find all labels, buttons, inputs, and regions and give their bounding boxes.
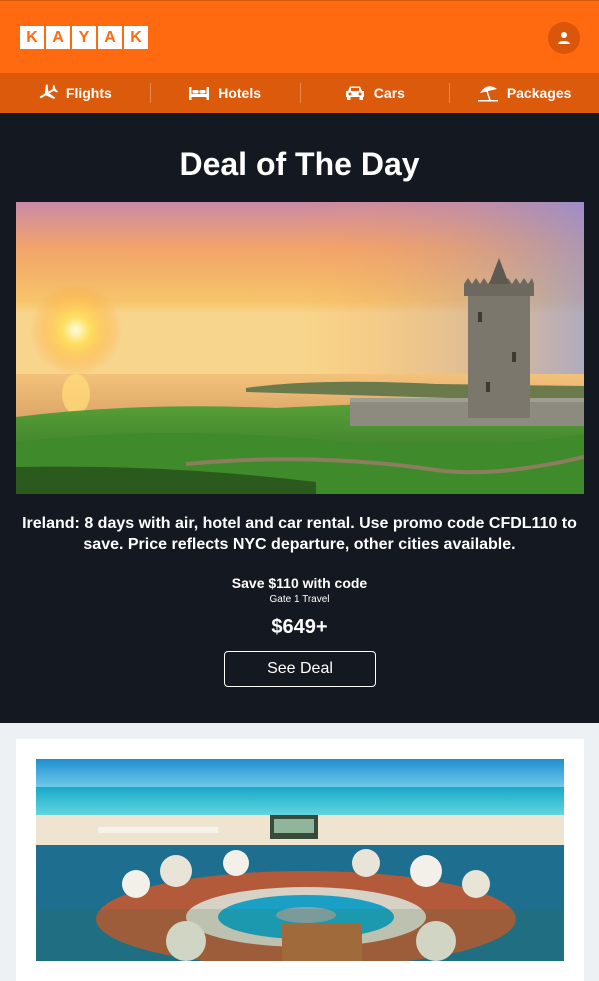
plane-icon <box>39 84 58 99</box>
resort-pool-image <box>36 759 564 961</box>
deal-title: Deal of The Day <box>179 146 420 182</box>
ireland-castle-sunset-image <box>16 202 584 494</box>
user-icon <box>558 32 570 44</box>
nav-label: Packages <box>506 85 572 101</box>
promo-card <box>16 739 584 981</box>
deal-provider: Gate 1 Travel <box>269 594 330 605</box>
deal-hero-image[interactable] <box>16 202 584 494</box>
deal-price: $649+ <box>271 616 328 638</box>
logo-letter: K <box>124 26 148 49</box>
kayak-logo[interactable]: K A Y A K <box>20 26 148 49</box>
nav-label: Flights <box>65 85 112 101</box>
main-nav: Flights Hotels Cars Packages <box>0 73 599 113</box>
resort-image[interactable] <box>36 759 564 961</box>
nav-label: Hotels <box>218 85 262 101</box>
beach-umbrella-icon <box>477 86 498 102</box>
deal-description: Ireland: 8 days with air, hotel and car … <box>22 515 577 553</box>
nav-packages[interactable]: Packages <box>449 73 599 113</box>
nav-label: Cars <box>373 85 405 101</box>
nav-flights[interactable]: Flights <box>0 73 150 113</box>
car-icon <box>345 86 364 100</box>
bed-icon <box>189 87 210 100</box>
nav-hotels[interactable]: Hotels <box>149 73 300 113</box>
deal-save-text: Save $110 with code <box>231 575 368 591</box>
logo-letter: Y <box>72 26 96 49</box>
nav-cars[interactable]: Cars <box>299 73 450 113</box>
logo-letter: K <box>20 26 44 49</box>
see-deal-button[interactable]: See Deal <box>224 651 376 687</box>
deal-of-the-day: Deal of The Day Ireland: 8 days with air… <box>0 113 599 723</box>
logo-letter: A <box>46 26 70 49</box>
header: K A Y A K <box>0 0 599 73</box>
logo-letter: A <box>98 26 122 49</box>
account-button[interactable] <box>548 22 580 54</box>
